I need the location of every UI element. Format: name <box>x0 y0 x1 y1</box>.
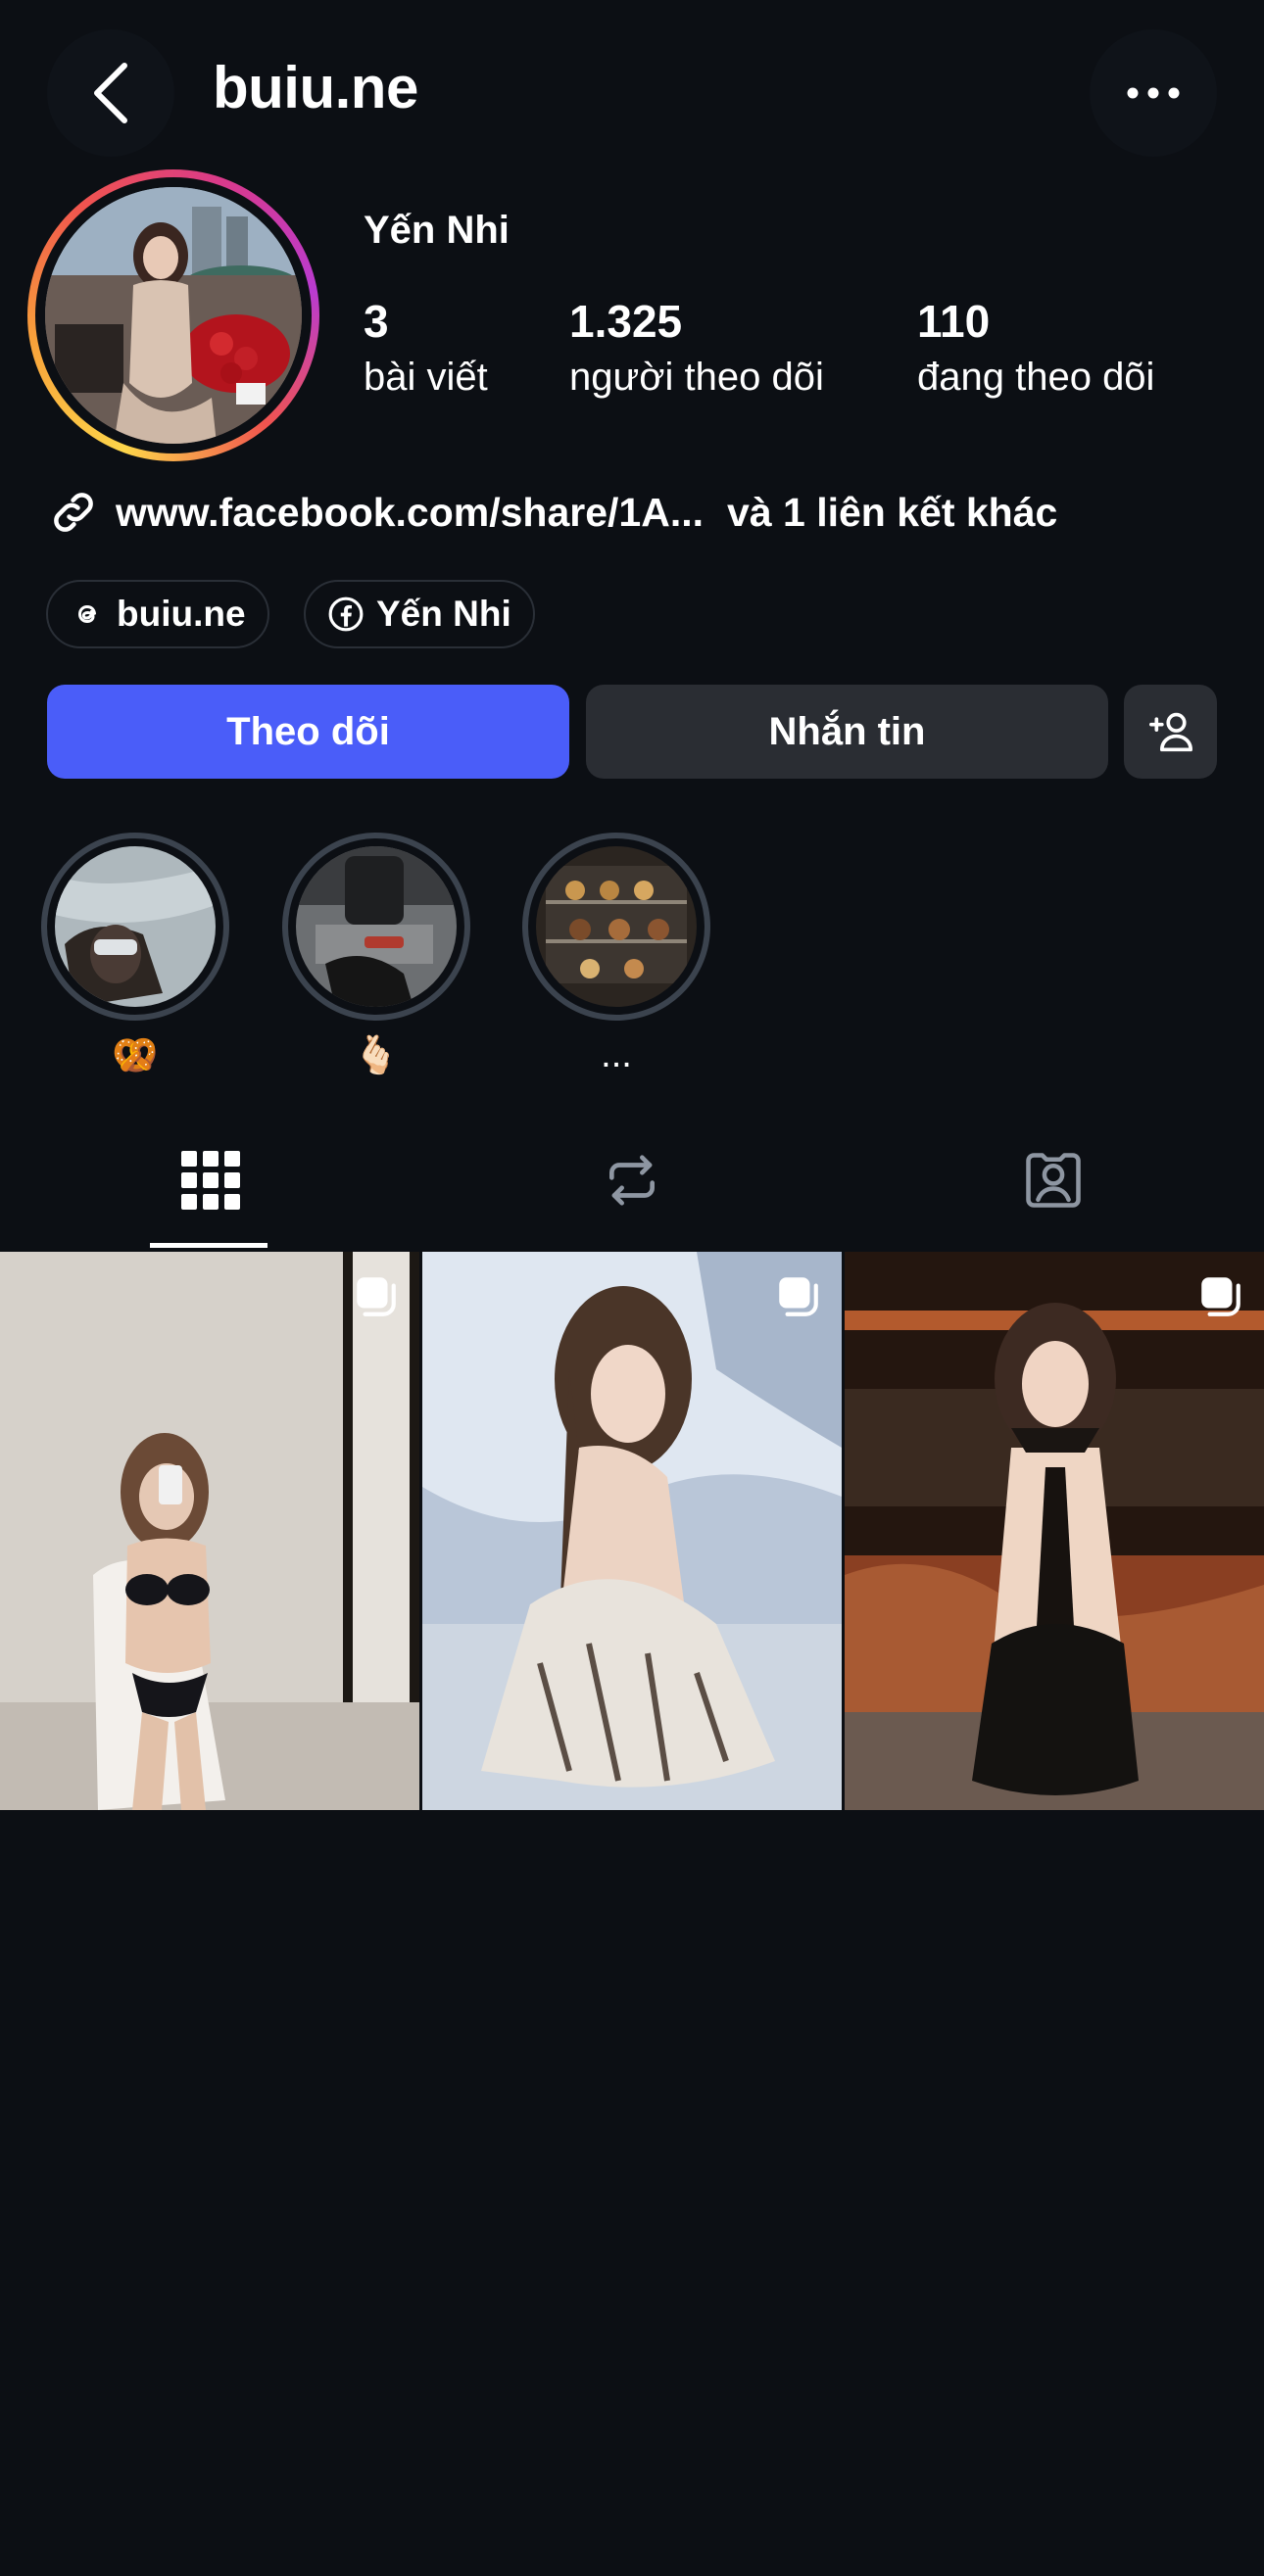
carousel-icon <box>1201 1277 1240 1316</box>
threads-chip[interactable]: buiu.ne <box>46 580 269 648</box>
stat-posts-label: bài viết <box>364 356 488 399</box>
highlight-item[interactable]: 🫰🏻 <box>282 833 470 1077</box>
tab-tagged[interactable] <box>843 1126 1264 1234</box>
highlight-item[interactable]: 🥨 <box>41 833 229 1077</box>
link-icon <box>54 493 93 532</box>
carousel-icon <box>779 1277 818 1316</box>
stat-followers[interactable]: 1.325 người theo dõi <box>569 299 824 397</box>
threads-chip-label: buiu.ne <box>117 594 246 634</box>
add-user-icon <box>1148 712 1192 752</box>
message-button[interactable]: Nhắn tin <box>586 685 1108 779</box>
tagged-icon <box>1026 1153 1081 1208</box>
tab-posts-grid[interactable] <box>0 1126 421 1234</box>
stat-posts-count: 3 <box>364 296 389 347</box>
grid-icon <box>181 1151 240 1210</box>
chevron-left-icon <box>94 63 127 123</box>
follow-button[interactable]: Theo dõi <box>47 685 569 779</box>
highlight-image <box>55 846 216 1007</box>
more-options-button[interactable] <box>1090 29 1217 157</box>
stat-followers-count: 1.325 <box>569 296 683 347</box>
highlight-item[interactable]: ... <box>522 833 710 1076</box>
back-button[interactable] <box>47 29 174 157</box>
facebook-chip-label: Yến Nhi <box>376 594 511 634</box>
highlight-image <box>296 846 457 1007</box>
post-thumbnail[interactable] <box>0 1252 419 1810</box>
facebook-chip[interactable]: Yến Nhi <box>304 580 535 648</box>
profile-username: buiu.ne <box>213 55 418 120</box>
post-thumbnail[interactable] <box>845 1252 1264 1810</box>
avatar-image <box>45 187 302 444</box>
stat-followers-label: người theo dõi <box>569 356 824 399</box>
stat-following-count: 110 <box>917 296 991 347</box>
carousel-icon <box>357 1277 396 1316</box>
ellipsis-icon <box>1127 87 1180 99</box>
stat-following[interactable]: 110 đang theo dõi <box>917 299 1154 397</box>
threads-icon <box>77 604 96 624</box>
repost-icon <box>609 1155 655 1206</box>
highlight-label: ... <box>601 1034 632 1075</box>
highlight-label: 🥨 <box>112 1035 159 1076</box>
display-name: Yến Nhi <box>364 209 510 252</box>
link-more[interactable]: và 1 liên kết khác <box>727 490 1057 536</box>
stat-following-label: đang theo dõi <box>917 356 1155 399</box>
link-url[interactable]: www.facebook.com/share/1A... <box>116 490 704 536</box>
highlight-image <box>536 846 697 1007</box>
active-tab-indicator <box>150 1243 267 1248</box>
profile-links[interactable]: www.facebook.com/share/1A... và 1 liên k… <box>47 486 1057 539</box>
add-user-button[interactable] <box>1124 685 1217 779</box>
post-thumbnail[interactable] <box>422 1252 842 1810</box>
stat-posts[interactable]: 3 bài viết <box>364 299 488 397</box>
tab-reposts[interactable] <box>421 1126 843 1234</box>
profile-avatar[interactable] <box>27 169 319 461</box>
highlight-label: 🫰🏻 <box>353 1035 400 1076</box>
facebook-icon <box>328 596 364 632</box>
